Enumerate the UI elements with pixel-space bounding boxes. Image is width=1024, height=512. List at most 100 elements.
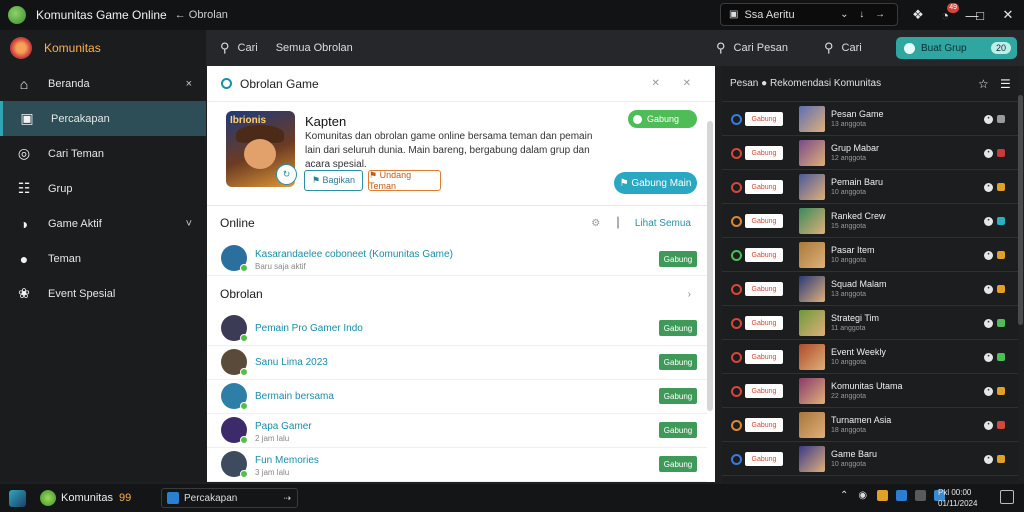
tray-app-icon[interactable] bbox=[877, 490, 889, 501]
menu-icon[interactable]: ☰ bbox=[1000, 77, 1011, 91]
toolbar-filter[interactable]: Semua Obrolan bbox=[276, 42, 353, 54]
more-icon[interactable]: • bbox=[984, 115, 993, 124]
recommendation-row[interactable]: Gabung Komunitas Utama 22 anggota • bbox=[722, 375, 1018, 408]
community-name[interactable]: Squad Malam bbox=[831, 279, 887, 289]
more-icon[interactable]: • bbox=[984, 149, 993, 158]
community-thumbnail[interactable] bbox=[799, 412, 825, 438]
taskbar-clock[interactable]: Pkl 00:00 01/11/2024 bbox=[938, 487, 977, 509]
friend-name[interactable]: Kasarandaelee coboneet (Komunitas Game) bbox=[255, 249, 453, 260]
community-name[interactable]: Turnamen Asia bbox=[831, 415, 891, 425]
join-button[interactable]: Gabung bbox=[659, 320, 697, 336]
tray-network-icon[interactable] bbox=[915, 490, 927, 501]
panel-scrollbar[interactable] bbox=[707, 121, 713, 411]
close-icon[interactable]: ✕ bbox=[998, 5, 1018, 25]
community-name[interactable]: Ranked Crew bbox=[831, 211, 886, 221]
recommendation-join-button[interactable]: Gabung bbox=[745, 452, 783, 466]
settings-icon[interactable]: ❖ bbox=[908, 5, 928, 25]
recommendation-join-button[interactable]: Gabung bbox=[745, 282, 783, 296]
online-tools-icon[interactable]: ⚙ ┃ bbox=[591, 218, 627, 229]
recommendation-row[interactable]: Gabung Event Weekly 10 anggota • bbox=[722, 341, 1018, 374]
recommendation-row[interactable]: Gabung Squad Malam 13 anggota • bbox=[722, 273, 1018, 306]
community-thumbnail[interactable] bbox=[799, 140, 825, 166]
more-icon[interactable]: • bbox=[984, 387, 993, 396]
title-search-input[interactable]: ▣ Ssa Aeritu ⌄ ↓ → bbox=[720, 3, 898, 26]
join-button[interactable]: Gabung bbox=[659, 388, 697, 404]
friend-name[interactable]: Pemain Pro Gamer Indo bbox=[255, 323, 363, 334]
brand[interactable]: Komunitas bbox=[0, 30, 206, 66]
friend-row[interactable]: Bermain bersama Gabung bbox=[207, 379, 707, 414]
community-name[interactable]: Game Baru bbox=[831, 449, 877, 459]
notification-center-icon[interactable] bbox=[1000, 490, 1014, 504]
tray-security-icon[interactable]: ◉ bbox=[858, 490, 867, 501]
friend-name[interactable]: Papa Gamer bbox=[255, 421, 312, 432]
sidebar-item-trailing-icon[interactable]: × bbox=[186, 78, 192, 90]
tray-bluetooth-icon[interactable] bbox=[896, 490, 908, 501]
sidebar-item[interactable]: ⌂ Beranda × bbox=[0, 66, 206, 101]
recommendation-join-button[interactable]: Gabung bbox=[745, 248, 783, 262]
avatar[interactable] bbox=[221, 451, 248, 478]
start-icon[interactable] bbox=[9, 489, 26, 507]
community-thumbnail[interactable] bbox=[799, 344, 825, 370]
community-thumbnail[interactable] bbox=[799, 310, 825, 336]
recommendation-join-button[interactable]: Gabung bbox=[745, 316, 783, 330]
recommendation-join-button[interactable]: Gabung bbox=[745, 418, 783, 432]
sidebar-item[interactable]: ☷ Grup bbox=[0, 171, 206, 206]
more-icon[interactable]: • bbox=[984, 251, 993, 260]
recommendation-row[interactable]: Gabung Grup Mabar 12 anggota • bbox=[722, 137, 1018, 170]
tray-chevron-icon[interactable]: ⌃ bbox=[840, 490, 848, 501]
community-name[interactable]: Strategi Tim bbox=[831, 313, 879, 323]
join-toggle[interactable]: Gabung bbox=[628, 110, 697, 128]
recommendation-join-button[interactable]: Gabung bbox=[745, 146, 783, 160]
community-thumbnail[interactable] bbox=[799, 174, 825, 200]
recommendation-join-button[interactable]: Gabung bbox=[745, 112, 783, 126]
join-button[interactable]: Gabung bbox=[659, 251, 697, 267]
friend-name[interactable]: Bermain bersama bbox=[255, 391, 334, 402]
community-thumbnail[interactable] bbox=[799, 378, 825, 404]
recommendation-row[interactable]: Gabung Pesan Game 13 anggota • bbox=[722, 103, 1018, 136]
community-thumbnail[interactable] bbox=[799, 446, 825, 472]
secondary-search[interactable]: ⚲ Cari bbox=[824, 40, 862, 56]
recommendation-row[interactable]: Gabung Pasar Item 10 anggota • bbox=[722, 239, 1018, 272]
star-icon[interactable]: ☆ bbox=[978, 77, 989, 91]
friend-row[interactable]: Fun Memories 3 jam lalu Gabung bbox=[207, 447, 707, 482]
see-all-link[interactable]: Lihat Semua bbox=[635, 218, 691, 229]
more-icon[interactable]: • bbox=[984, 217, 993, 226]
community-thumbnail[interactable] bbox=[799, 242, 825, 268]
join-button[interactable]: Gabung bbox=[659, 422, 697, 438]
more-icon[interactable]: • bbox=[984, 319, 993, 328]
join-button[interactable]: Gabung bbox=[659, 456, 697, 472]
community-thumbnail[interactable] bbox=[799, 276, 825, 302]
window-subtitle[interactable]: ← Obrolan bbox=[175, 9, 228, 21]
join-game-button[interactable]: ⚑ Gabung Main bbox=[614, 172, 697, 194]
friend-row[interactable]: Papa Gamer 2 jam lalu Gabung bbox=[207, 413, 707, 448]
message-search[interactable]: ⚲ Cari Pesan bbox=[716, 40, 788, 56]
friend-row[interactable]: Kasarandaelee coboneet (Komunitas Game) B… bbox=[207, 241, 707, 276]
community-name[interactable]: Komunitas Utama bbox=[831, 381, 903, 391]
avatar[interactable] bbox=[221, 383, 248, 410]
avatar[interactable] bbox=[221, 417, 248, 444]
taskbar-window[interactable]: Percakapan ⇢ bbox=[161, 488, 298, 508]
maximize-icon[interactable]: □ bbox=[970, 5, 990, 25]
community-thumbnail[interactable] bbox=[799, 106, 825, 132]
taskbar-app[interactable]: Komunitas 99 bbox=[40, 490, 131, 506]
more-icon[interactable]: • bbox=[984, 353, 993, 362]
create-group-button[interactable]: Buat Grup 20 bbox=[896, 37, 1017, 59]
more-icon[interactable]: • bbox=[984, 285, 993, 294]
notification-icon[interactable]: ◔ 49 bbox=[935, 3, 959, 25]
join-button[interactable]: Gabung bbox=[659, 354, 697, 370]
toolbar-search[interactable]: ⚲ Cari bbox=[220, 40, 258, 56]
recommendation-row[interactable]: Gabung Turnamen Asia 18 anggota • bbox=[722, 409, 1018, 442]
share-button[interactable]: ⚑ Bagikan bbox=[304, 170, 363, 191]
community-name[interactable]: Pasar Item bbox=[831, 245, 875, 255]
right-scrollbar[interactable] bbox=[1018, 95, 1023, 325]
recommendation-row[interactable]: Gabung Ranked Crew 15 anggota • bbox=[722, 205, 1018, 238]
friend-row[interactable]: Pemain Pro Gamer Indo Gabung bbox=[207, 311, 707, 346]
avatar[interactable] bbox=[221, 349, 248, 376]
recommendation-row[interactable]: Gabung Pemain Baru 10 anggota • bbox=[722, 171, 1018, 204]
community-name[interactable]: Pemain Baru bbox=[831, 177, 883, 187]
more-icon[interactable]: • bbox=[984, 183, 993, 192]
sidebar-item[interactable]: ◎ Cari Teman bbox=[0, 136, 206, 171]
avatar[interactable] bbox=[221, 315, 248, 342]
recommendation-join-button[interactable]: Gabung bbox=[745, 350, 783, 364]
friend-row[interactable]: Sanu Lima 2023 Gabung bbox=[207, 345, 707, 380]
